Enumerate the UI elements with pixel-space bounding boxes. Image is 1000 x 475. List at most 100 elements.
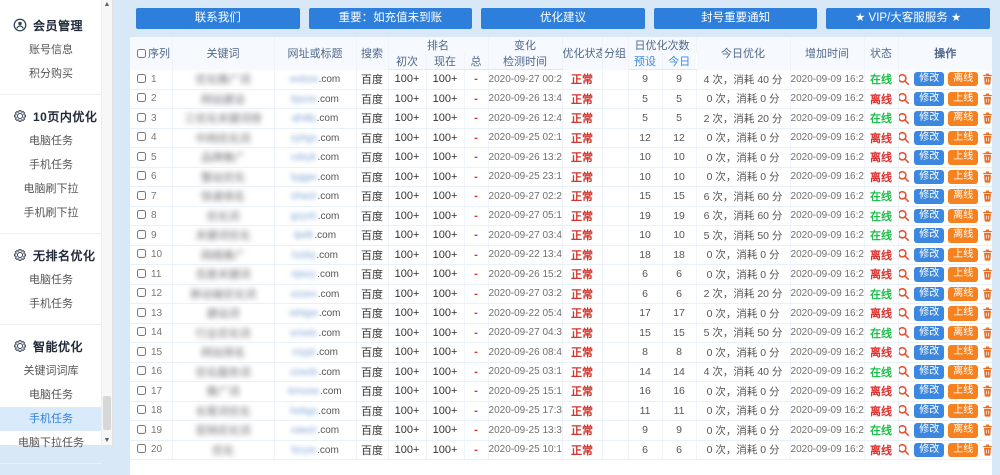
trash-icon[interactable]: [982, 288, 992, 300]
row-checkbox[interactable]: [137, 405, 146, 414]
top-action-button[interactable]: 联系我们: [136, 8, 300, 29]
search-icon[interactable]: [898, 73, 910, 86]
trash-icon[interactable]: [982, 385, 992, 397]
trash-icon[interactable]: [982, 307, 992, 319]
trash-icon[interactable]: [982, 93, 992, 105]
search-icon[interactable]: [898, 92, 910, 105]
trash-icon[interactable]: [982, 190, 992, 202]
search-icon[interactable]: [898, 151, 910, 164]
row-checkbox[interactable]: [137, 93, 146, 102]
edit-button[interactable]: 修改: [914, 72, 944, 87]
toggle-online-button[interactable]: 上线: [948, 131, 978, 146]
trash-icon[interactable]: [982, 327, 992, 339]
header-preset-link[interactable]: 预设: [628, 53, 662, 70]
row-checkbox[interactable]: [137, 113, 146, 122]
trash-icon[interactable]: [982, 268, 992, 280]
trash-icon[interactable]: [982, 249, 992, 261]
top-action-button[interactable]: 优化建议: [481, 8, 645, 29]
toggle-online-button[interactable]: 上线: [948, 92, 978, 107]
search-icon[interactable]: [898, 404, 910, 417]
trash-icon[interactable]: [982, 346, 992, 358]
toggle-online-button[interactable]: 上线: [948, 150, 978, 165]
edit-button[interactable]: 修改: [914, 345, 944, 360]
search-icon[interactable]: [898, 385, 910, 398]
trash-icon[interactable]: [982, 405, 992, 417]
trash-icon[interactable]: [982, 229, 992, 241]
search-icon[interactable]: [898, 365, 910, 378]
row-checkbox[interactable]: [137, 425, 146, 434]
edit-button[interactable]: 修改: [914, 150, 944, 165]
trash-icon[interactable]: [982, 424, 992, 436]
sidebar-scrollbar[interactable]: ▲ ▼: [101, 0, 112, 445]
edit-button[interactable]: 修改: [914, 170, 944, 185]
search-icon[interactable]: [898, 346, 910, 359]
search-icon[interactable]: [898, 248, 910, 261]
scrollbar-thumb[interactable]: [103, 396, 111, 430]
row-checkbox[interactable]: [137, 74, 146, 83]
sidebar-item[interactable]: 电脑刷下拉: [0, 177, 102, 201]
trash-icon[interactable]: [982, 210, 992, 222]
sidebar-item[interactable]: 手机任务: [0, 407, 102, 431]
edit-button[interactable]: 修改: [914, 326, 944, 341]
trash-icon[interactable]: [982, 171, 992, 183]
sidebar-item[interactable]: 手机任务: [0, 153, 102, 177]
search-icon[interactable]: [898, 209, 910, 222]
edit-button[interactable]: 修改: [914, 365, 944, 380]
trash-icon[interactable]: [982, 132, 992, 144]
sidebar-item[interactable]: 电脑任务: [0, 383, 102, 407]
edit-button[interactable]: 修改: [914, 287, 944, 302]
search-icon[interactable]: [898, 326, 910, 339]
row-checkbox[interactable]: [137, 308, 146, 317]
search-icon[interactable]: [898, 424, 910, 437]
edit-button[interactable]: 修改: [914, 209, 944, 224]
search-icon[interactable]: [898, 229, 910, 242]
row-checkbox[interactable]: [137, 132, 146, 141]
edit-button[interactable]: 修改: [914, 111, 944, 126]
trash-icon[interactable]: [982, 366, 992, 378]
trash-icon[interactable]: [982, 73, 992, 85]
row-checkbox[interactable]: [137, 230, 146, 239]
search-icon[interactable]: [898, 131, 910, 144]
toggle-online-button[interactable]: 上线: [948, 248, 978, 263]
search-icon[interactable]: [898, 190, 910, 203]
sidebar-item[interactable]: 电脑任务: [0, 268, 102, 292]
edit-button[interactable]: 修改: [914, 306, 944, 321]
toggle-online-button[interactable]: 上线: [948, 170, 978, 185]
search-icon[interactable]: [898, 268, 910, 281]
edit-button[interactable]: 修改: [914, 267, 944, 282]
toggle-online-button[interactable]: 离线: [948, 287, 978, 302]
row-checkbox[interactable]: [137, 152, 146, 161]
row-checkbox[interactable]: [137, 444, 146, 453]
trash-icon[interactable]: [982, 444, 992, 456]
toggle-online-button[interactable]: 离线: [948, 326, 978, 341]
row-checkbox[interactable]: [137, 327, 146, 336]
row-checkbox[interactable]: [137, 386, 146, 395]
search-icon[interactable]: [898, 112, 910, 125]
row-checkbox[interactable]: [137, 366, 146, 375]
sidebar-item[interactable]: 电脑下拉任务: [0, 431, 102, 455]
sidebar-item[interactable]: 积分购买: [0, 62, 102, 86]
toggle-online-button[interactable]: 离线: [948, 423, 978, 438]
sidebar-item[interactable]: 手机刷下拉: [0, 201, 102, 225]
top-action-button[interactable]: ★ VIP/大客服服务 ★: [826, 8, 990, 29]
search-icon[interactable]: [898, 287, 910, 300]
sidebar-item[interactable]: 账号信息: [0, 38, 102, 62]
row-checkbox[interactable]: [137, 210, 146, 219]
trash-icon[interactable]: [982, 151, 992, 163]
edit-button[interactable]: 修改: [914, 92, 944, 107]
scroll-up-icon[interactable]: ▲: [102, 1, 112, 8]
edit-button[interactable]: 修改: [914, 131, 944, 146]
edit-button[interactable]: 修改: [914, 248, 944, 263]
row-checkbox[interactable]: [137, 191, 146, 200]
row-checkbox[interactable]: [137, 171, 146, 180]
edit-button[interactable]: 修改: [914, 228, 944, 243]
select-all-checkbox[interactable]: [137, 49, 146, 58]
edit-button[interactable]: 修改: [914, 189, 944, 204]
toggle-online-button[interactable]: 上线: [948, 345, 978, 360]
search-icon[interactable]: [898, 170, 910, 183]
toggle-online-button[interactable]: 离线: [948, 365, 978, 380]
row-checkbox[interactable]: [137, 347, 146, 356]
search-icon[interactable]: [898, 443, 910, 456]
toggle-online-button[interactable]: 上线: [948, 267, 978, 282]
search-icon[interactable]: [898, 307, 910, 320]
